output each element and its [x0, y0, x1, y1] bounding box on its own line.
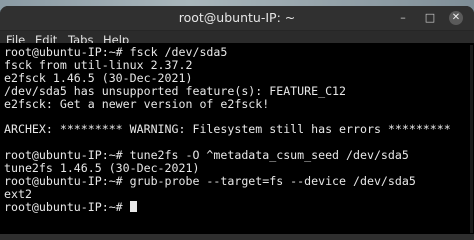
terminal-line: e2fsck: Get a newer version of e2fsck!: [4, 96, 270, 111]
minimize-icon[interactable]: –: [396, 11, 410, 25]
terminal-line: tune2fs 1.46.5 (30-Dec-2021): [4, 161, 200, 176]
scrollbar[interactable]: [470, 45, 473, 233]
terminal-line: root@ubuntu-IP:~# fsck /dev/sda5: [4, 45, 228, 59]
terminal-line: ARCHEX: ********* WARNING: Filesystem st…: [4, 122, 451, 137]
terminal-prompt: root@ubuntu-IP:~#: [4, 199, 130, 214]
terminal-line: e2fsck 1.46.5 (30-Dec-2021): [4, 70, 193, 85]
terminal-line: root@ubuntu-IP:~# grub-probe --target=fs…: [4, 173, 416, 188]
terminal-line: /dev/sda5 has unsupported feature(s): FE…: [4, 83, 347, 98]
title-bar[interactable]: root@ubuntu-IP: ~ – □ ✕: [0, 6, 474, 31]
terminal-line: fsck from util-linux 2.37.2: [4, 57, 193, 72]
close-icon[interactable]: ✕: [449, 11, 463, 25]
terminal-output[interactable]: root@ubuntu-IP:~# fsck /dev/sda5 fsck fr…: [0, 43, 474, 234]
terminal-prompt-line[interactable]: root@ubuntu-IP:~#: [4, 199, 474, 214]
text-cursor: [129, 200, 137, 212]
maximize-icon[interactable]: □: [423, 11, 437, 25]
